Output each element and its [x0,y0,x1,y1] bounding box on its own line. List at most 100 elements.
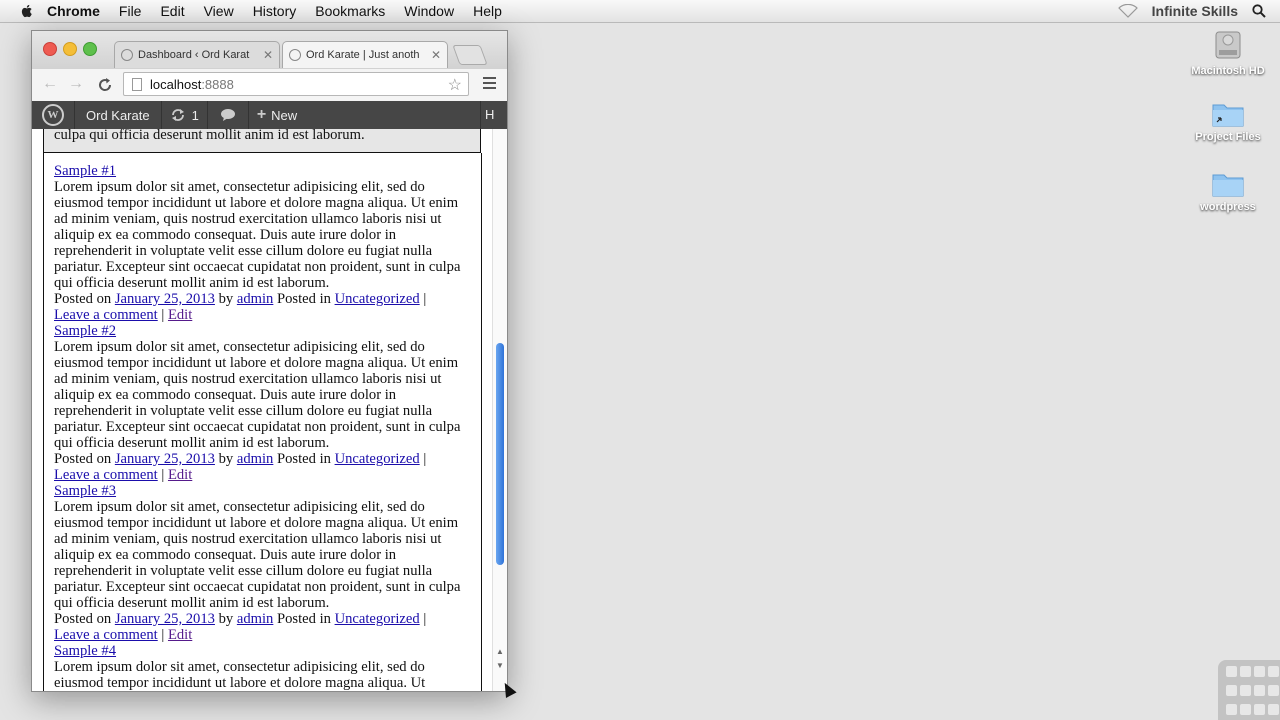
post-body: Lorem ipsum dolor sit amet, consectetur … [54,179,461,291]
updates-icon [171,109,184,121]
posts-container: Sample #1 Lorem ipsum dolor sit amet, co… [43,153,482,691]
scroll-down-arrow-icon[interactable]: ▼ [496,661,504,670]
post-meta: Posted on January 25, 2013 by admin Post… [54,291,427,323]
new-content-menu[interactable]: + New [249,101,305,129]
post-date-link[interactable]: January 25, 2013 [115,611,215,627]
comment-bubble-icon [220,109,235,121]
menu-window[interactable]: Window [404,3,454,19]
wp-admin-bar: W Ord Karate 1 + New H [32,101,507,129]
menu-edit[interactable]: Edit [160,3,184,19]
wifi-icon[interactable] [1117,4,1138,18]
address-bar[interactable]: localhost:8888 ☆ [123,72,469,96]
author-link[interactable]: admin [237,451,273,467]
scrollbar-thumb[interactable] [496,343,504,565]
admin-bar-truncated-item[interactable]: H [480,101,494,129]
close-window-button[interactable] [43,42,57,56]
post-title-link[interactable]: Sample #1 [54,163,116,179]
tab-strip: Dashboard ‹ Ord Karat ✕ Ord Karate | Jus… [32,31,507,69]
author-link[interactable]: admin [237,291,273,307]
browser-toolbar: ← → localhost:8888 ☆ [32,69,507,102]
updates-menu[interactable]: 1 [162,101,207,129]
posted-in-label: Posted in [277,451,331,467]
page-content: culpa qui officia deserunt mollit anim i… [32,129,492,691]
menu-bookmarks[interactable]: Bookmarks [315,3,385,19]
hard-drive-icon [1215,31,1241,59]
scroll-up-arrow-icon[interactable]: ▲ [496,647,504,656]
previous-section-text: culpa qui officia deserunt mollit anim i… [54,129,365,143]
post-body: Lorem ipsum dolor sit amet, consectetur … [54,499,461,611]
post-title-link[interactable]: Sample #2 [54,323,116,339]
back-arrow-icon[interactable]: ← [42,75,58,93]
posted-on-label: Posted on [54,291,112,307]
category-link[interactable]: Uncategorized [335,451,420,467]
post-meta: Posted on January 25, 2013 by admin Post… [54,611,427,643]
tab-dashboard[interactable]: Dashboard ‹ Ord Karat ✕ [114,41,280,68]
updates-count: 1 [191,107,199,123]
site-name: Ord Karate [86,107,150,123]
wordpress-logo-icon: W [42,104,64,126]
edit-link[interactable]: Edit [168,627,192,643]
apple-icon[interactable] [19,3,35,19]
post-sample-4: Sample #4 Lorem ipsum dolor sit amet, co… [54,643,471,691]
menu-help[interactable]: Help [473,3,502,19]
globe-icon [289,49,301,61]
tab-close-icon[interactable]: ✕ [263,48,273,62]
desktop-icon-label: Macintosh HD [1191,65,1265,77]
menu-app-chrome[interactable]: Chrome [47,3,100,19]
spotlight-search-icon[interactable] [1252,4,1266,18]
leave-comment-link[interactable]: Leave a comment [54,307,158,323]
posted-on-label: Posted on [54,611,112,627]
folder-icon [1212,174,1244,197]
desktop-icon-wordpress[interactable]: wordpress [1188,170,1268,213]
post-title-link[interactable]: Sample #3 [54,483,116,499]
menu-bar: Chrome File Edit View History Bookmarks … [0,0,1280,23]
posted-on-label: Posted on [54,451,112,467]
desktop-icon-label: wordpress [1200,201,1256,213]
post-date-link[interactable]: January 25, 2013 [115,451,215,467]
by-label: by [218,291,234,307]
post-sample-2: Sample #2 Lorem ipsum dolor sit amet, co… [54,323,471,483]
post-sample-3: Sample #3 Lorem ipsum dolor sit amet, co… [54,483,471,643]
by-label: by [218,611,234,627]
menu-view[interactable]: View [204,3,234,19]
edit-link[interactable]: Edit [168,307,192,323]
category-link[interactable]: Uncategorized [335,611,420,627]
previous-section-box: culpa qui officia deserunt mollit anim i… [43,129,481,153]
post-meta: Posted on January 25, 2013 by admin Post… [54,451,427,483]
leave-comment-link[interactable]: Leave a comment [54,467,158,483]
new-tab-button[interactable] [452,45,488,65]
globe-icon [121,49,133,61]
vertical-scrollbar[interactable]: ▲ ▼ [492,129,507,691]
tab-close-icon[interactable]: ✕ [431,48,441,62]
wp-logo-menu[interactable]: W [32,101,74,129]
category-link[interactable]: Uncategorized [335,291,420,307]
by-label: by [218,451,234,467]
menu-history[interactable]: History [253,3,297,19]
reload-icon[interactable] [97,77,113,93]
watermark-logo-icon [1218,660,1280,720]
posted-in-label: Posted in [277,611,331,627]
browser-window: Dashboard ‹ Ord Karat ✕ Ord Karate | Jus… [31,30,508,692]
tab-ord-karate[interactable]: Ord Karate | Just anoth ✕ [282,41,448,68]
folder-alias-icon [1212,104,1244,127]
site-name-menu[interactable]: Ord Karate [75,101,161,129]
menu-file[interactable]: File [119,3,142,19]
author-link[interactable]: admin [237,611,273,627]
plus-icon: + [256,106,267,123]
post-title-link[interactable]: Sample #4 [54,643,116,659]
post-body: Lorem ipsum dolor sit amet, consectetur … [54,659,426,691]
bookmark-star-icon[interactable]: ☆ [448,75,462,95]
forward-arrow-icon[interactable]: → [68,75,84,93]
desktop-icon-macintosh-hd[interactable]: Macintosh HD [1188,28,1268,77]
post-date-link[interactable]: January 25, 2013 [115,291,215,307]
minimize-window-button[interactable] [63,42,77,56]
post-body: Lorem ipsum dolor sit amet, consectetur … [54,339,461,451]
desktop-icon-project-files[interactable]: Project Files [1188,100,1268,143]
user-name[interactable]: Infinite Skills [1152,3,1238,19]
tab-title: Ord Karate | Just anoth [306,49,420,61]
chrome-menu-icon[interactable] [483,77,496,92]
zoom-window-button[interactable] [83,42,97,56]
edit-link[interactable]: Edit [168,467,192,483]
comments-menu[interactable] [208,101,248,129]
leave-comment-link[interactable]: Leave a comment [54,627,158,643]
